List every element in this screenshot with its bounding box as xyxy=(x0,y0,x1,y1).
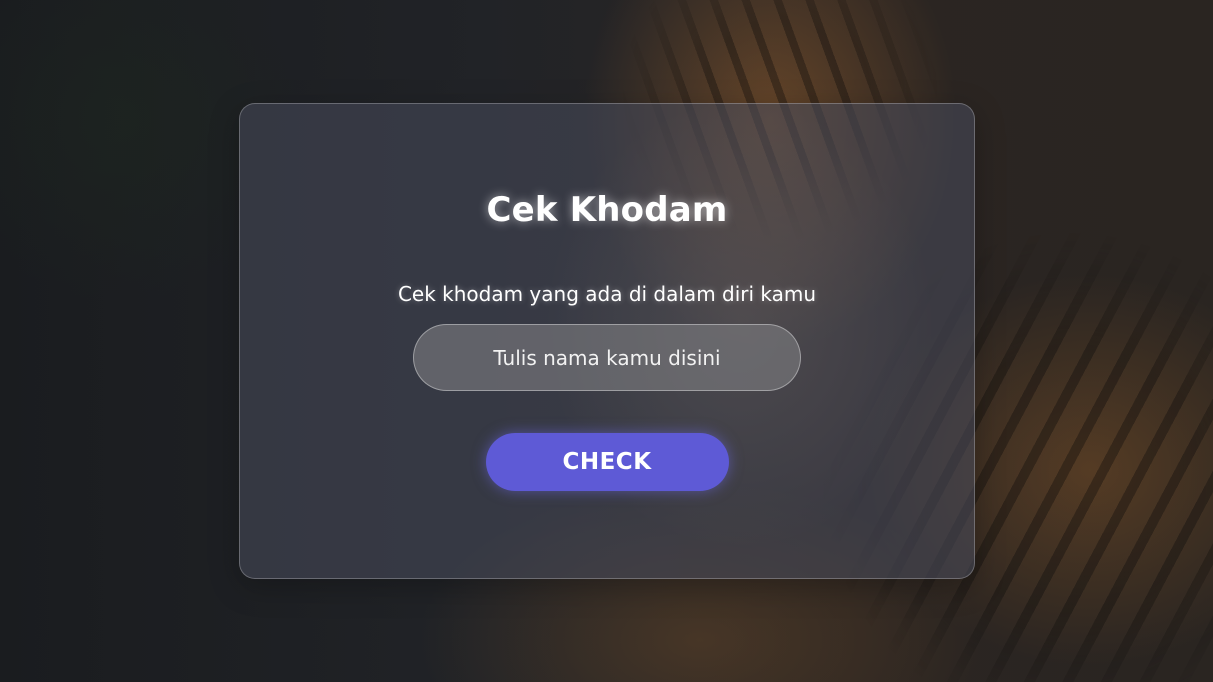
khodam-card: Cek Khodam Cek khodam yang ada di dalam … xyxy=(239,103,975,579)
check-button[interactable]: CHECK xyxy=(485,433,729,491)
name-input[interactable] xyxy=(413,324,801,391)
subtitle-text: Cek khodam yang ada di dalam diri kamu xyxy=(397,282,817,306)
page-title: Cek Khodam xyxy=(486,190,728,230)
